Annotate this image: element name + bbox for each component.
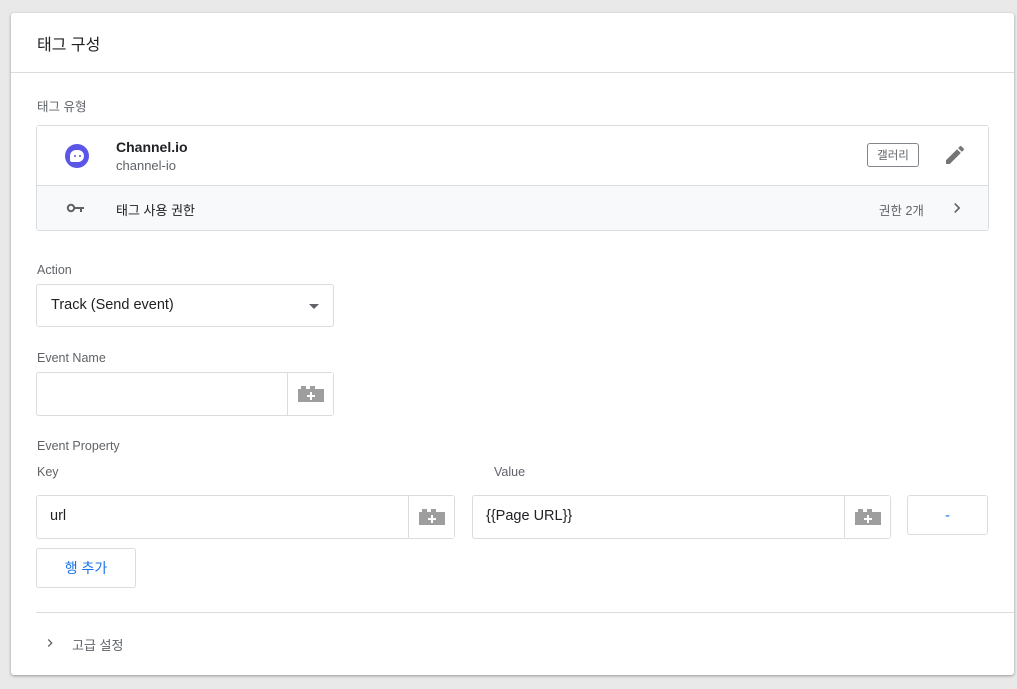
tag-type-row[interactable]: Channel.io channel-io 갤러리 <box>37 126 988 186</box>
property-key-field[interactable]: url <box>36 495 455 539</box>
add-variable-icon <box>297 386 324 402</box>
advanced-divider <box>36 612 1014 613</box>
tag-permissions-row[interactable]: 태그 사용 권한 권한 2개 <box>37 186 988 230</box>
action-selected-value: Track (Send event) <box>51 297 174 313</box>
action-select[interactable]: Track (Send event) <box>36 284 334 327</box>
chevron-right-icon[interactable] <box>42 635 58 651</box>
add-variable-icon <box>854 509 881 525</box>
event-name-field[interactable] <box>36 372 334 416</box>
card-title: 태그 구성 <box>37 37 101 54</box>
permissions-label: 태그 사용 권한 <box>116 203 195 218</box>
chevron-right-icon[interactable] <box>947 198 967 218</box>
action-label: Action <box>37 263 72 277</box>
tag-id: channel-io <box>116 158 176 173</box>
pencil-icon[interactable] <box>943 143 967 167</box>
value-column-header: Value <box>494 465 526 479</box>
advanced-settings-toggle[interactable]: 고급 설정 <box>72 635 123 654</box>
tag-name: Channel.io <box>116 139 188 155</box>
property-value-input[interactable]: {{Page URL}} <box>486 508 572 524</box>
dropdown-caret-icon <box>309 304 319 309</box>
permissions-count: 권한 2개 <box>879 204 924 218</box>
event-name-variable-button[interactable] <box>287 373 333 415</box>
event-property-label: Event Property <box>37 439 120 453</box>
add-variable-icon <box>418 509 445 525</box>
property-key-variable-button[interactable] <box>408 496 454 538</box>
property-key-input[interactable]: url <box>50 508 66 524</box>
remove-row-button[interactable]: - <box>907 495 988 535</box>
key-icon <box>66 203 84 213</box>
property-value-variable-button[interactable] <box>844 496 890 538</box>
add-row-button[interactable]: 행 추가 <box>36 548 136 588</box>
property-value-field[interactable]: {{Page URL}} <box>472 495 891 539</box>
tag-type-box: Channel.io channel-io 갤러리 태그 사용 권한 권한 2개 <box>36 125 989 231</box>
event-name-label: Event Name <box>37 351 106 365</box>
gallery-badge: 갤러리 <box>867 143 919 167</box>
tag-configuration-card: 태그 구성 태그 유형 Channel.io channel-io 갤러리 태그… <box>11 13 1014 675</box>
title-divider <box>11 72 1014 73</box>
key-column-header: Key <box>37 465 59 479</box>
tag-type-label: 태그 유형 <box>37 100 87 114</box>
channel-io-logo-icon <box>65 144 89 168</box>
